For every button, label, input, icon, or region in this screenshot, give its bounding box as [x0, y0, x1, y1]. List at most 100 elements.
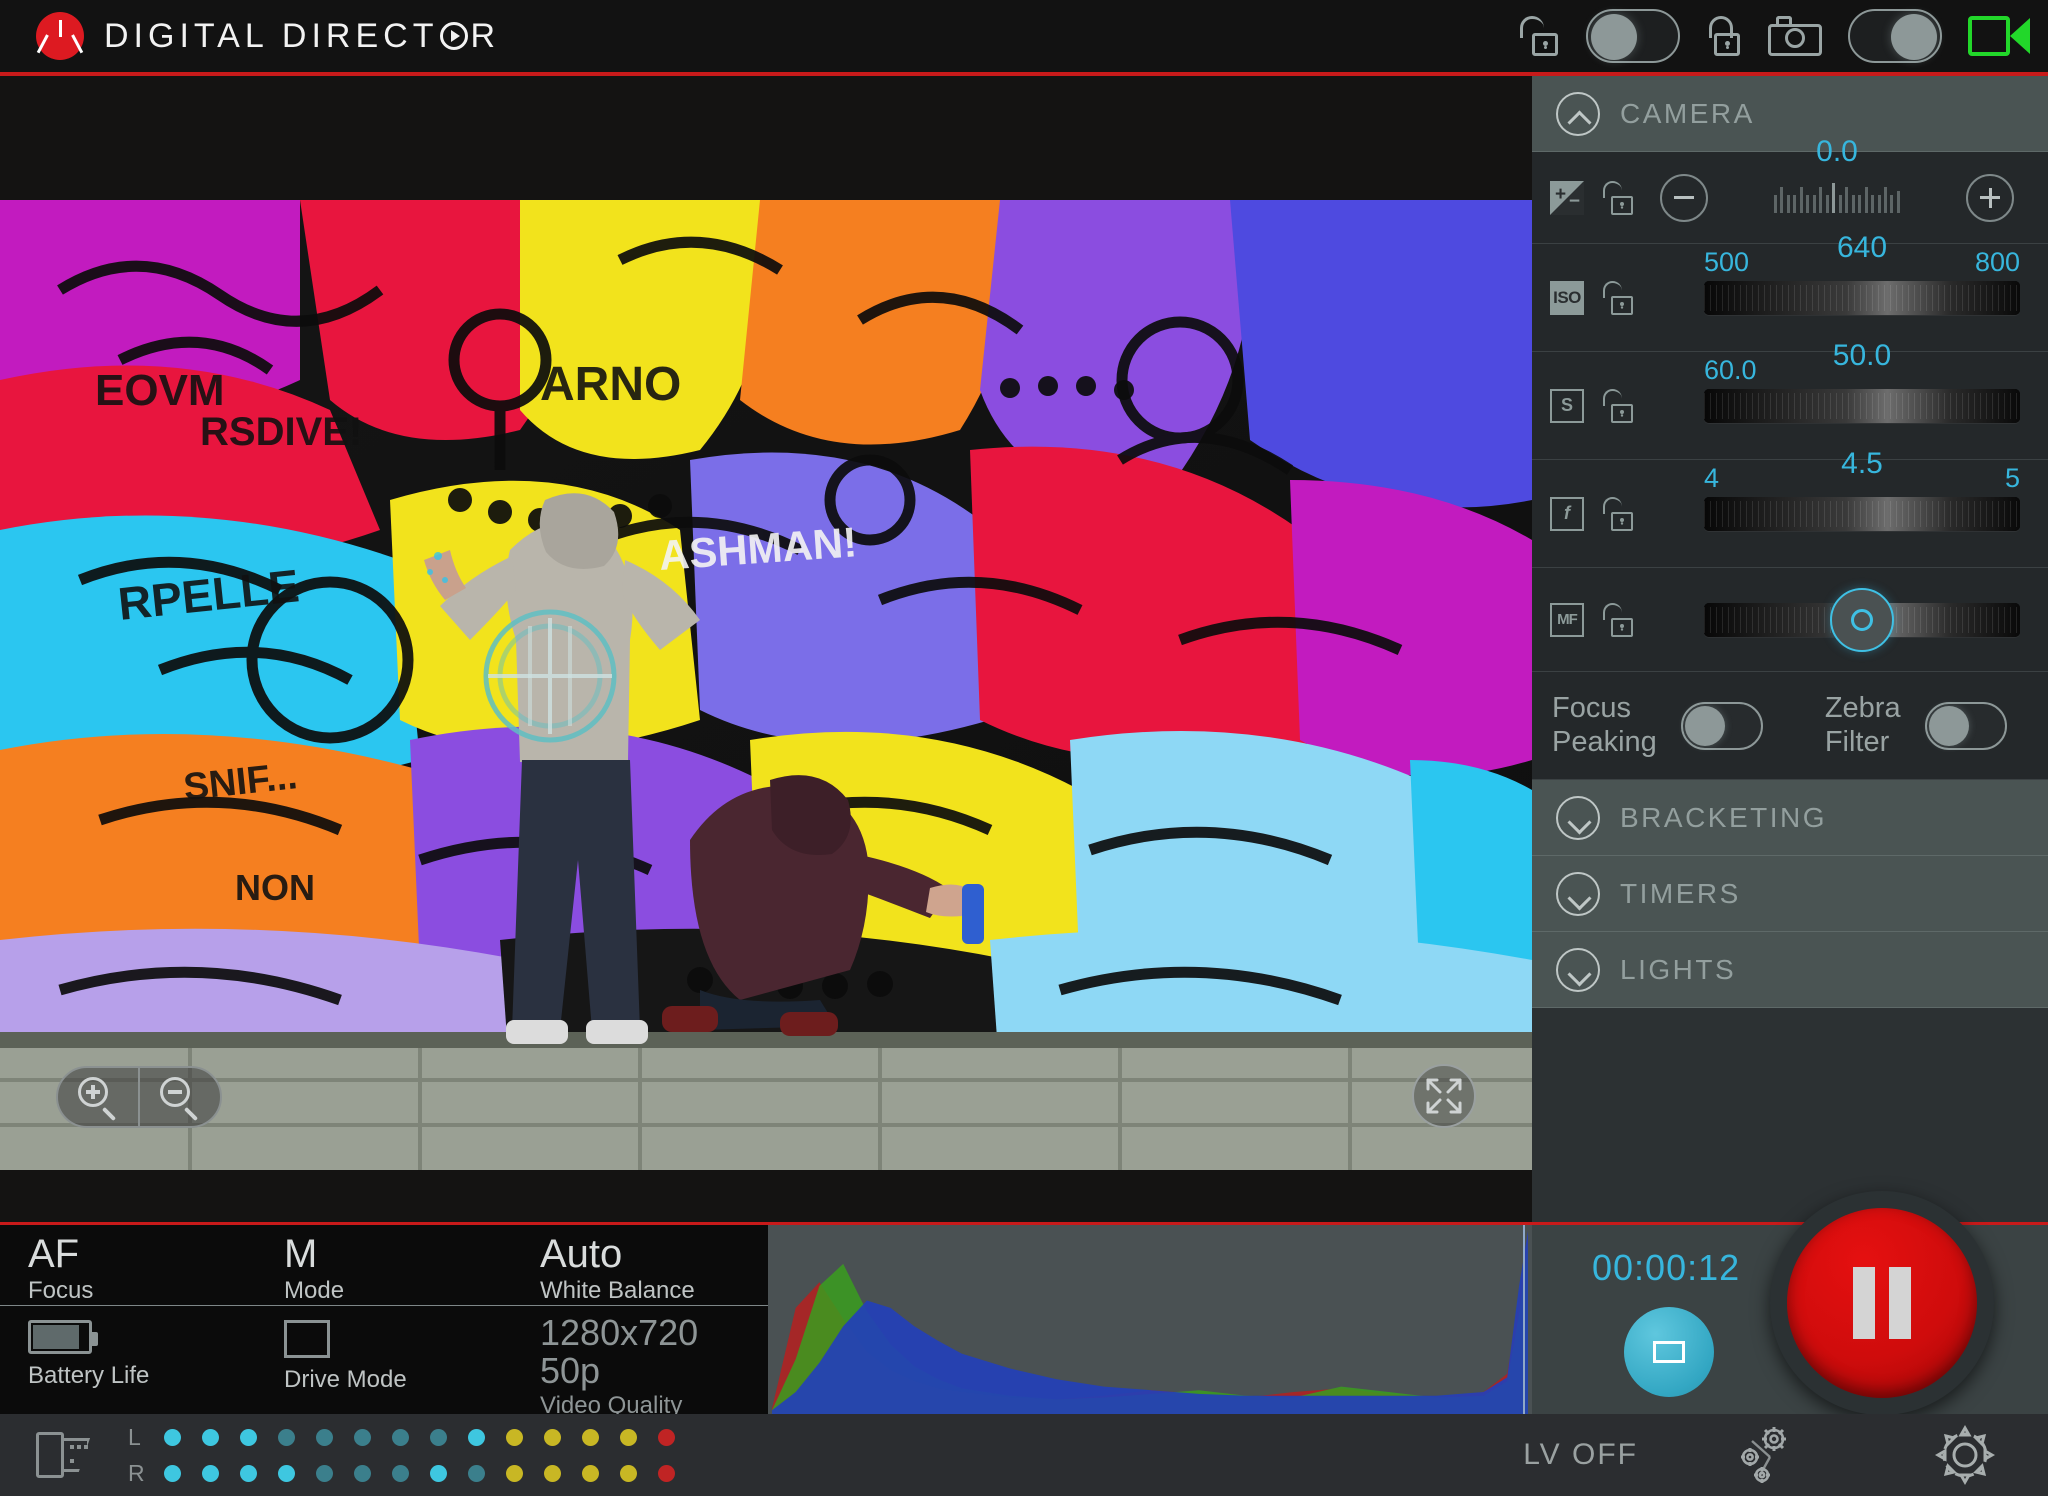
- chevron-down-icon-bracketing: [1556, 795, 1600, 840]
- camera-status-grid: AF Focus M Mode Auto White Balance Batte…: [0, 1225, 768, 1419]
- audio-level-dot: [164, 1428, 181, 1446]
- unlock-icon-iso[interactable]: [1603, 280, 1634, 316]
- focus-peaking-toggle[interactable]: [1680, 701, 1763, 750]
- mode-value: M: [284, 1232, 318, 1276]
- live-view-status[interactable]: LV OFF: [1523, 1438, 1638, 1472]
- status-focus[interactable]: AF Focus: [0, 1225, 256, 1305]
- audio-meter-left: L: [128, 1424, 696, 1451]
- section-header-timers[interactable]: TIMERS: [1532, 856, 2048, 932]
- audio-level-dot: [582, 1464, 599, 1482]
- audio-level-dot: [506, 1464, 523, 1482]
- zoom-out-button[interactable]: [140, 1068, 220, 1126]
- exposure-decrease-button[interactable]: [1660, 173, 1708, 222]
- fullscreen-expand-icon: [1426, 1078, 1462, 1114]
- audio-level-dot: [316, 1464, 333, 1482]
- manual-focus-knob[interactable]: [1830, 587, 1894, 652]
- audio-level-dot: [430, 1464, 447, 1482]
- audio-level-dot: [620, 1464, 637, 1482]
- capture-still-button[interactable]: [1624, 1307, 1714, 1397]
- iso-max-label: 800: [1974, 246, 2020, 277]
- video-quality-value: 1280x720 50p: [540, 1312, 699, 1391]
- film-card-icon[interactable]: [36, 1432, 92, 1478]
- status-row-bottom: Battery Life Drive Mode 1280x720 50p Vid…: [0, 1306, 768, 1420]
- svg-text:NON: NON: [235, 867, 315, 908]
- rgb-histogram: [768, 1225, 1532, 1414]
- top-bar-controls: [1520, 9, 2030, 63]
- lock-icon: [1706, 14, 1742, 58]
- unlock-icon-shutter[interactable]: [1603, 388, 1634, 424]
- audio-level-dot: [506, 1428, 523, 1446]
- unlock-icon-focus[interactable]: [1603, 602, 1634, 638]
- recording-timer: 00:00:12: [1592, 1247, 1741, 1288]
- audio-level-dot: [316, 1428, 333, 1446]
- audio-level-dot: [164, 1464, 181, 1482]
- status-white-balance[interactable]: Auto White Balance: [512, 1225, 768, 1305]
- manfrotto-tripod-logo-icon: [36, 12, 84, 60]
- shutter-slider[interactable]: 50.0 60.0: [1704, 339, 2020, 423]
- zebra-filter-toggle[interactable]: [1924, 701, 2007, 750]
- still-frame-icon: [1653, 1341, 1685, 1363]
- iso-badge-icon: ISO: [1550, 280, 1584, 315]
- status-mode[interactable]: M Mode: [256, 1225, 512, 1305]
- aperture-value: 4.5: [1841, 446, 1883, 480]
- audio-level-dot: [582, 1428, 599, 1446]
- zoom-controls[interactable]: [56, 1066, 222, 1128]
- graffiti-scene-render: ASHMAN! RSDIVE! ARNO RPELLE SNIF... NON …: [0, 200, 1532, 1170]
- svg-text:ARNO: ARNO: [540, 358, 681, 411]
- aperture-badge-icon: f: [1550, 496, 1584, 531]
- gears-network-icon[interactable]: [1730, 1423, 1800, 1487]
- section-title-camera: CAMERA: [1620, 97, 1755, 129]
- audio-level-dot: [620, 1428, 637, 1446]
- exposure-ruler[interactable]: 0.0: [1722, 135, 1952, 215]
- battery-icon: [28, 1320, 98, 1354]
- focus-label: Focus: [28, 1277, 94, 1304]
- live-view-viewfinder[interactable]: ASHMAN! RSDIVE! ARNO RPELLE SNIF... NON …: [0, 76, 1532, 1222]
- section-title-lights: LIGHTS: [1620, 953, 1737, 985]
- status-video-quality[interactable]: 1280x720 50p Video Quality: [512, 1306, 768, 1420]
- svg-text:EOVM: EOVM: [95, 366, 225, 415]
- manual-focus-slider[interactable]: [1704, 587, 2020, 652]
- photo-lock-toggle[interactable]: [1586, 9, 1680, 63]
- record-pause-button[interactable]: [1770, 1191, 1994, 1415]
- iso-slider[interactable]: 640 500 800: [1704, 231, 2020, 315]
- settings-panel: CAMERA + − 0.0 ISO 640 500 800 S 50.0 60…: [1532, 76, 2048, 1222]
- zoom-in-button[interactable]: [58, 1068, 140, 1126]
- audio-level-dot: [240, 1464, 257, 1482]
- chevron-down-icon-timers: [1556, 871, 1600, 916]
- gear-icon[interactable]: [1934, 1424, 1996, 1486]
- unlock-icon-exposure[interactable]: [1603, 180, 1634, 216]
- video-mode-toggle[interactable]: [1848, 9, 1942, 63]
- camera-settings-body: + − 0.0 ISO 640 500 800 S 50.0 60.0 f 4.…: [1532, 135, 2048, 780]
- app-title-part1: DIGITAL DIRECT: [104, 16, 439, 55]
- pause-icon: [1787, 1208, 1977, 1398]
- app-title: DIGITAL DIRECT R: [104, 17, 500, 56]
- white-balance-value: Auto: [540, 1232, 623, 1276]
- audio-level-dot: [658, 1428, 675, 1446]
- audio-level-dot: [240, 1428, 257, 1446]
- audio-level-dot: [392, 1464, 409, 1482]
- live-view-image[interactable]: ASHMAN! RSDIVE! ARNO RPELLE SNIF... NON …: [0, 200, 1532, 1170]
- aperture-max-label: 5: [2004, 462, 2020, 493]
- chevron-up-icon: [1556, 91, 1600, 136]
- play-triangle-icon: [440, 22, 469, 50]
- section-header-lights[interactable]: LIGHTS: [1532, 932, 2048, 1008]
- row-shutter-speed: S 50.0 60.0: [1532, 339, 2048, 460]
- section-title-timers: TIMERS: [1620, 877, 1741, 909]
- unlock-icon-aperture[interactable]: [1603, 496, 1634, 532]
- audio-level-dot: [278, 1464, 295, 1482]
- recording-controls: 00:00:12: [1532, 1191, 2048, 1415]
- row-manual-focus: MF: [1532, 568, 2048, 672]
- manual-focus-badge-icon: MF: [1550, 602, 1584, 637]
- audio-level-meters: L R: [128, 1424, 696, 1487]
- row-peaking-zebra: Focus Peaking Zebra Filter: [1532, 672, 2048, 780]
- audio-level-dot: [658, 1464, 675, 1482]
- zoom-out-icon: [160, 1077, 200, 1122]
- exposure-increase-button[interactable]: [1966, 173, 2014, 222]
- fullscreen-button[interactable]: [1412, 1064, 1476, 1128]
- iso-value: 640: [1836, 230, 1888, 264]
- section-header-bracketing[interactable]: BRACKETING: [1532, 780, 2048, 856]
- aperture-slider[interactable]: 4.5 4 5: [1704, 447, 2020, 531]
- svg-text:RSDIVE!: RSDIVE!: [200, 410, 362, 454]
- status-drive-mode[interactable]: Drive Mode: [256, 1306, 512, 1420]
- audio-channel-left-label: L: [128, 1423, 141, 1450]
